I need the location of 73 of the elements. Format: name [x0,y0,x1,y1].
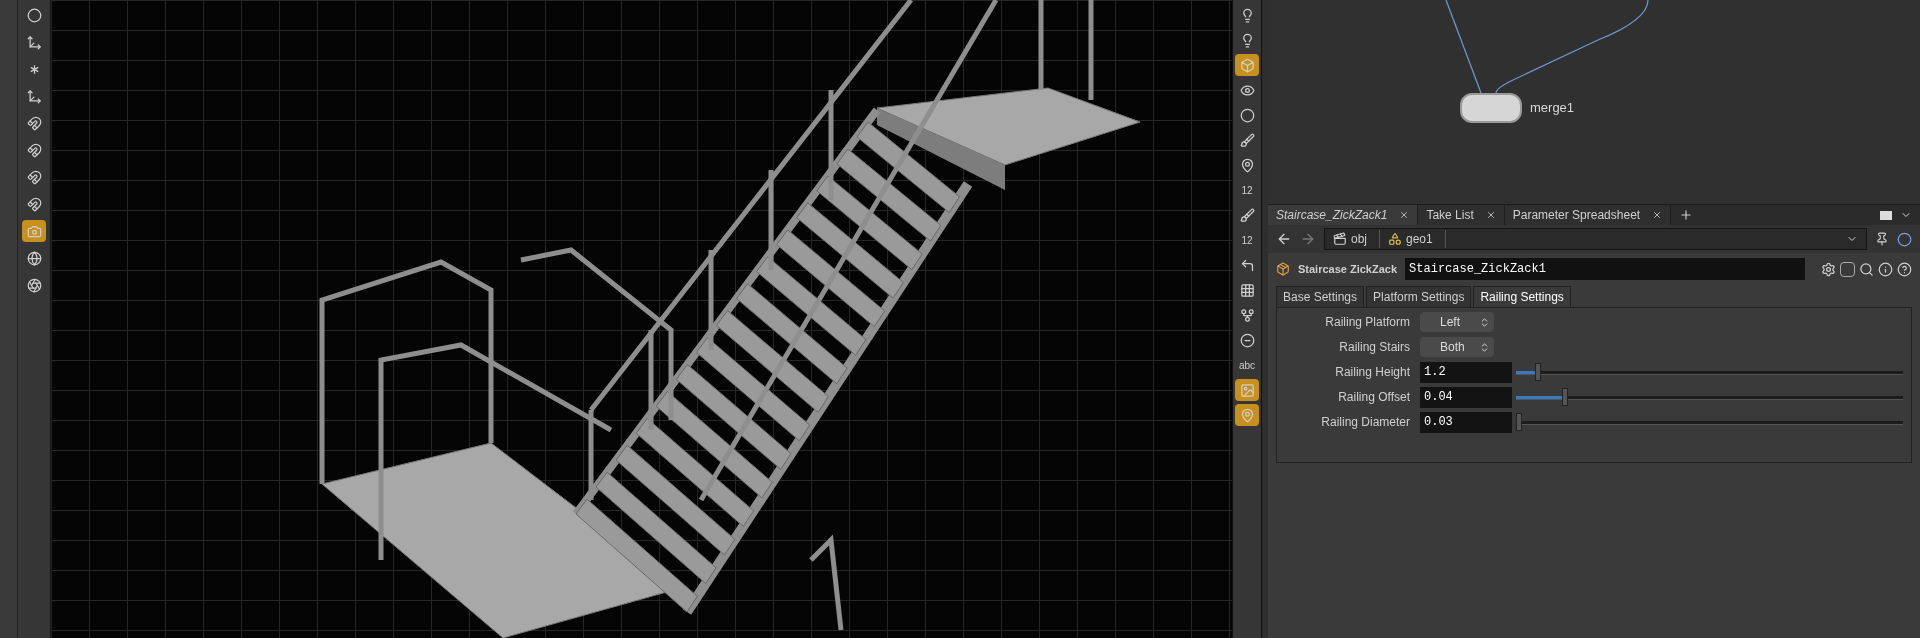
tab-label: Staircase_ZickZack1 [1276,207,1388,224]
path-segment[interactable]: obj [1351,230,1367,248]
toolbar-button[interactable] [1235,379,1259,401]
eye-icon [1239,82,1255,98]
settings-tab[interactable]: Railing Settings [1473,286,1571,307]
brush-icon [1239,132,1255,148]
parameter-label: Railing Stairs [1338,339,1411,356]
plus-icon[interactable] [1679,208,1694,222]
map-pin-icon [1239,407,1255,423]
tab-label: Parameter Spreadsheet [1512,207,1641,224]
toolbar-button[interactable] [1235,404,1259,426]
magnet-icon [26,115,42,131]
parameter-label: Railing Platform [1324,314,1411,331]
toolbar-button[interactable]: 12 [1235,179,1259,201]
parameter-label: Railing Height [1334,364,1411,381]
settings-tab[interactable]: Base Settings [1276,286,1365,307]
shapes-icon [1388,232,1402,246]
up-down-icon [1479,341,1490,353]
pin-icon[interactable] [1875,232,1889,246]
axes-icon [26,88,42,104]
network-view[interactable]: merge1 [1268,0,1920,205]
path-segment[interactable]: geo1 [1406,230,1433,248]
toolbar-button[interactable]: 12 [1235,229,1259,251]
forward-arrow-icon[interactable] [1300,231,1316,247]
up-down-icon [1479,316,1490,328]
dropdown-menu[interactable]: Both [1420,337,1494,357]
dropdown-menu[interactable]: Left [1420,312,1494,332]
camera-icon [26,223,42,239]
brush-icon [1239,207,1255,223]
lens-icon [26,277,42,293]
parameter-label: Railing Diameter [1320,414,1411,431]
pane-tab[interactable]: Take List [1418,205,1505,225]
settings-icon[interactable] [1821,261,1836,277]
toolbar-button[interactable]: abc [1235,354,1259,376]
map-pin-icon [1239,157,1255,173]
magnet-icon [26,142,42,158]
value-field[interactable]: 0.03 [1420,411,1512,433]
close-icon[interactable] [1399,210,1410,220]
globe-icon [26,250,42,266]
info-icon[interactable] [1878,261,1893,277]
node-name-field[interactable]: Staircase_ZickZack1 [1405,258,1806,280]
magnet-icon [26,169,42,185]
slider-thumb[interactable] [1516,413,1522,431]
toolbar-button[interactable] [1235,54,1259,76]
tab-label: Take List [1426,207,1474,224]
parameter-label: Railing Offset [1337,389,1411,406]
clapper-icon [1333,232,1347,246]
merge-node[interactable] [1460,93,1522,123]
search-icon[interactable] [1859,261,1874,277]
pane-tab[interactable]: Staircase_ZickZack1 [1268,205,1419,225]
slider-thumb[interactable] [1561,388,1568,406]
settings-tab[interactable]: Platform Settings [1366,286,1472,307]
toolbar-button[interactable] [22,220,46,242]
node-type: Staircase ZickZack [1298,261,1398,277]
minus-circle-icon [1239,332,1255,348]
close-icon[interactable] [1652,210,1663,220]
magnet-icon [26,196,42,212]
dot-icon [1239,107,1255,123]
grid-icon [1239,282,1255,298]
help-icon[interactable] [1897,261,1912,277]
node-label: merge1 [1530,99,1575,118]
cube-icon [1239,57,1255,73]
path-bar[interactable]: obj geo1 [1324,228,1867,250]
back-arrow-icon[interactable] [1276,231,1292,247]
value-field[interactable]: 1.2 [1420,361,1512,383]
3d-viewport[interactable] [51,0,1232,638]
image-icon [1239,382,1255,398]
fork-icon [1239,307,1255,323]
move-icon [26,34,42,50]
pane-tab[interactable]: Parameter Spreadsheet [1504,205,1672,225]
close-icon[interactable] [1485,210,1496,220]
value-field[interactable]: 0.04 [1420,386,1512,408]
slider-thumb[interactable] [1535,363,1542,381]
